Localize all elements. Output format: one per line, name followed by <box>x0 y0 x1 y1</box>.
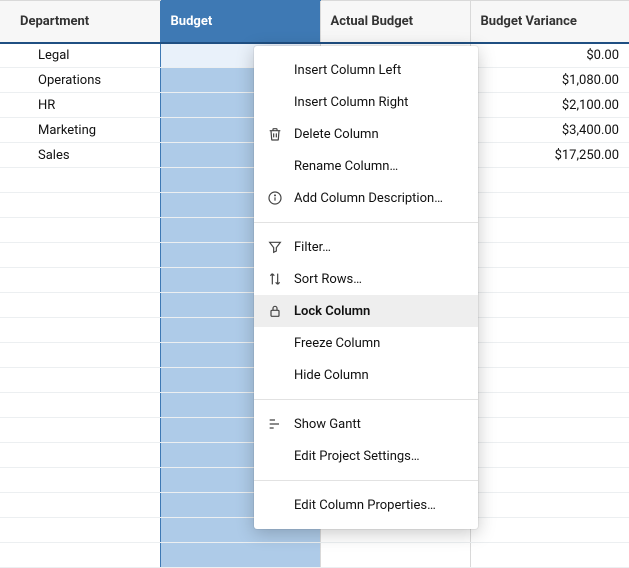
blank-icon <box>266 61 284 79</box>
trash-icon <box>266 125 284 143</box>
cell-department[interactable]: Legal <box>0 43 160 68</box>
filter-icon <box>266 238 284 256</box>
cell-department[interactable] <box>0 168 160 193</box>
menu-sort-rows[interactable]: Sort Rows… <box>254 263 478 295</box>
menu-label: Rename Column… <box>294 159 464 174</box>
cell-department[interactable] <box>0 368 160 393</box>
menu-separator <box>254 480 478 481</box>
menu-show-gantt[interactable]: Show Gantt <box>254 408 478 440</box>
menu-rename-column[interactable]: Rename Column… <box>254 150 478 182</box>
cell-variance[interactable] <box>470 168 629 193</box>
cell-variance[interactable] <box>470 468 629 493</box>
cell-department[interactable]: HR <box>0 93 160 118</box>
menu-label: Show Gantt <box>294 417 464 432</box>
cell-department[interactable]: Marketing <box>0 118 160 143</box>
cell-department[interactable] <box>0 193 160 218</box>
header-variance[interactable]: Budget Variance <box>470 1 629 43</box>
menu-add-description[interactable]: Add Column Description… <box>254 182 478 214</box>
menu-label: Add Column Description… <box>294 191 464 206</box>
menu-edit-column-properties[interactable]: Edit Column Properties… <box>254 489 478 521</box>
header-department[interactable]: Department <box>0 1 160 43</box>
cell-variance[interactable] <box>470 343 629 368</box>
cell-department[interactable] <box>0 393 160 418</box>
cell-actual[interactable] <box>320 543 470 568</box>
cell-variance[interactable]: $3,400.00 <box>470 118 629 143</box>
lock-icon <box>266 302 284 320</box>
cell-variance[interactable]: $2,100.00 <box>470 93 629 118</box>
blank-icon <box>266 366 284 384</box>
header-budget[interactable]: Budget <box>160 1 320 43</box>
menu-label: Edit Project Settings… <box>294 449 464 464</box>
menu-label: Sort Rows… <box>294 272 464 287</box>
menu-insert-left[interactable]: Insert Column Left <box>254 54 478 86</box>
cell-variance[interactable]: $17,250.00 <box>470 143 629 168</box>
cell-variance[interactable] <box>470 493 629 518</box>
cell-variance[interactable] <box>470 543 629 568</box>
menu-label: Edit Column Properties… <box>294 498 464 513</box>
header-row: Department Budget Actual Budget Budget V… <box>0 1 629 43</box>
menu-label: Filter… <box>294 240 464 255</box>
table-row[interactable] <box>0 543 629 568</box>
cell-department[interactable]: Operations <box>0 68 160 93</box>
cell-department[interactable] <box>0 518 160 543</box>
blank-icon <box>266 447 284 465</box>
cell-variance[interactable] <box>470 293 629 318</box>
header-actual[interactable]: Actual Budget <box>320 1 470 43</box>
menu-label: Insert Column Right <box>294 95 464 110</box>
blank-icon <box>266 157 284 175</box>
gantt-icon <box>266 415 284 433</box>
cell-variance[interactable] <box>470 193 629 218</box>
info-icon <box>266 189 284 207</box>
menu-separator <box>254 222 478 223</box>
cell-department[interactable] <box>0 243 160 268</box>
cell-department[interactable] <box>0 468 160 493</box>
cell-variance[interactable] <box>470 218 629 243</box>
cell-variance[interactable] <box>470 443 629 468</box>
menu-freeze-column[interactable]: Freeze Column <box>254 327 478 359</box>
cell-department[interactable] <box>0 418 160 443</box>
cell-department[interactable] <box>0 318 160 343</box>
menu-label: Hide Column <box>294 368 464 383</box>
menu-label: Freeze Column <box>294 336 464 351</box>
cell-variance[interactable] <box>470 393 629 418</box>
menu-delete-column[interactable]: Delete Column <box>254 118 478 150</box>
cell-department[interactable] <box>0 443 160 468</box>
menu-separator <box>254 399 478 400</box>
menu-insert-right[interactable]: Insert Column Right <box>254 86 478 118</box>
menu-label: Lock Column <box>294 304 464 319</box>
cell-department[interactable] <box>0 218 160 243</box>
cell-department[interactable] <box>0 268 160 293</box>
cell-variance[interactable] <box>470 243 629 268</box>
cell-variance[interactable] <box>470 418 629 443</box>
menu-lock-column[interactable]: Lock Column <box>254 295 478 327</box>
column-context-menu: Insert Column Left Insert Column Right D… <box>254 46 478 529</box>
cell-variance[interactable] <box>470 518 629 543</box>
cell-department[interactable] <box>0 543 160 568</box>
cell-variance[interactable] <box>470 368 629 393</box>
cell-budget[interactable] <box>160 543 320 568</box>
cell-department[interactable] <box>0 293 160 318</box>
menu-hide-column[interactable]: Hide Column <box>254 359 478 391</box>
cell-department[interactable]: Sales <box>0 143 160 168</box>
cell-variance[interactable] <box>470 268 629 293</box>
menu-label: Insert Column Left <box>294 63 464 78</box>
cell-variance[interactable]: $1,080.00 <box>470 68 629 93</box>
blank-icon <box>266 496 284 514</box>
sort-icon <box>266 270 284 288</box>
cell-variance[interactable] <box>470 318 629 343</box>
menu-label: Delete Column <box>294 127 464 142</box>
cell-department[interactable] <box>0 343 160 368</box>
menu-filter[interactable]: Filter… <box>254 231 478 263</box>
blank-icon <box>266 334 284 352</box>
cell-variance[interactable]: $0.00 <box>470 43 629 68</box>
blank-icon <box>266 93 284 111</box>
menu-edit-project-settings[interactable]: Edit Project Settings… <box>254 440 478 472</box>
cell-department[interactable] <box>0 493 160 518</box>
